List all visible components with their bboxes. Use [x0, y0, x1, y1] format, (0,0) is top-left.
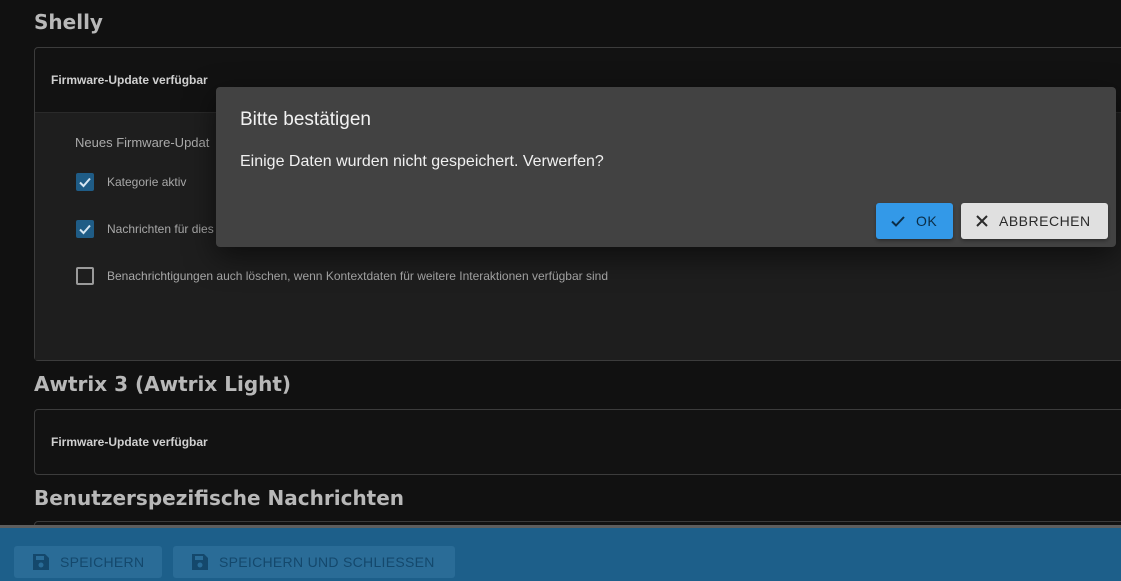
option-category-active[interactable]: Kategorie aktiv — [76, 173, 186, 191]
dialog-message: Einige Daten wurden nicht gespeichert. V… — [240, 153, 604, 170]
option-delete-notifications[interactable]: Benachrichtigungen auch löschen, wenn Ko… — [76, 267, 608, 285]
dialog-title: Bitte bestätigen — [240, 109, 371, 130]
option-label: Kategorie aktiv — [107, 175, 187, 189]
check-icon — [891, 216, 905, 227]
checkmark-icon — [79, 177, 91, 188]
save-icon — [192, 554, 208, 570]
awtrix-firmware-panel: Firmware-Update verfügbar — [34, 409, 1121, 475]
section-title-shelly: Shelly — [34, 10, 103, 34]
save-icon — [33, 554, 49, 570]
checkbox-messages[interactable] — [76, 220, 94, 238]
option-label: Nachrichten für dies — [107, 222, 214, 236]
save-and-close-button-label: SPEICHERN UND SCHLIESSEN — [219, 554, 435, 570]
section-title-awtrix: Awtrix 3 (Awtrix Light) — [34, 372, 292, 396]
ok-button-label: OK — [916, 213, 938, 229]
checkbox-category-active[interactable] — [76, 173, 94, 191]
confirm-dialog: Bitte bestätigen Einige Daten wurden nic… — [216, 87, 1116, 247]
option-label: Benachrichtigungen auch löschen, wenn Ko… — [107, 269, 608, 283]
panel-subtitle: Neues Firmware-Updat — [75, 135, 210, 150]
section-title-custom: Benutzerspezifische Nachrichten — [34, 486, 405, 510]
bottom-toolbar: SPEICHERN SPEICHERN UND SCHLIESSEN — [0, 525, 1121, 581]
checkbox-delete-notifications[interactable] — [76, 267, 94, 285]
cancel-button-label: ABBRECHEN — [999, 213, 1091, 229]
option-messages[interactable]: Nachrichten für dies — [76, 220, 214, 238]
checkmark-icon — [79, 224, 91, 235]
close-icon — [976, 215, 988, 227]
ok-button[interactable]: OK — [876, 203, 953, 239]
save-and-close-button[interactable]: SPEICHERN UND SCHLIESSEN — [173, 546, 455, 578]
save-button[interactable]: SPEICHERN — [14, 546, 162, 578]
cancel-button[interactable]: ABBRECHEN — [961, 203, 1108, 239]
panel-header-awtrix[interactable]: Firmware-Update verfügbar — [35, 410, 1121, 474]
save-button-label: SPEICHERN — [60, 554, 145, 570]
